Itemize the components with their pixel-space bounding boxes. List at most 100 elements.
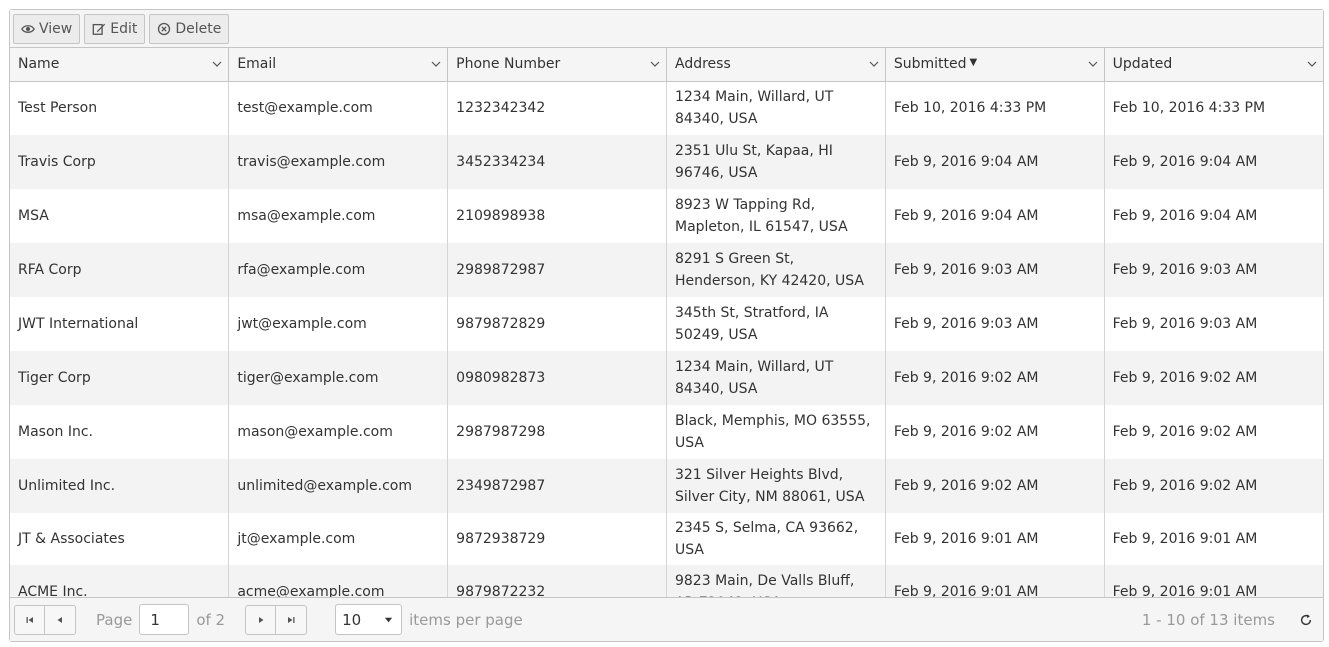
cell-submitted: Feb 9, 2016 9:01 AM xyxy=(885,513,1105,565)
table-row[interactable]: Travis Corp travis@example.com 3452334234 2… xyxy=(10,135,1323,189)
column-header-updated[interactable]: Updated xyxy=(1104,48,1323,82)
column-header-label: Email xyxy=(237,56,277,73)
next-page-icon xyxy=(258,616,264,623)
cell-submitted: Feb 10, 2016 4:33 PM xyxy=(885,81,1105,135)
column-header-label: Phone Number xyxy=(456,56,561,73)
table-row[interactable]: JT & Associates jt@example.com 9872938729 2… xyxy=(10,513,1323,565)
cell-email: mason@example.com xyxy=(228,405,449,459)
cell-updated: Feb 9, 2016 9:02 AM xyxy=(1112,478,1258,494)
column-header-name[interactable]: Name xyxy=(10,48,230,82)
chevron-down-icon[interactable] xyxy=(650,59,660,69)
cell-name: JT & Associates xyxy=(10,513,230,565)
cell-address: 2345 S, Selma, CA 93662, USA xyxy=(666,513,886,565)
edit-button-label: Edit xyxy=(110,20,138,37)
next-page-button[interactable] xyxy=(245,604,277,635)
caret-down-icon xyxy=(385,617,393,623)
cell-phone: 9872938729 xyxy=(447,513,667,565)
delete-button[interactable]: Delete xyxy=(149,13,230,44)
cell-address: Black, Memphis, MO 63555, USA xyxy=(666,405,886,459)
column-header-label: Address xyxy=(674,56,731,73)
cell-submitted: Feb 9, 2016 9:02 AM xyxy=(885,351,1105,405)
column-header-submitted[interactable]: Submitted ▼ xyxy=(885,48,1105,82)
page-label: Page xyxy=(96,610,133,629)
last-page-button[interactable] xyxy=(276,604,308,635)
previous-page-button[interactable] xyxy=(45,604,76,635)
sort-desc-icon: ▼ xyxy=(969,57,978,69)
cell-phone: 2349872987 xyxy=(447,459,667,513)
cell-email: travis@example.com xyxy=(228,135,449,189)
edit-button[interactable]: Edit xyxy=(84,13,146,44)
table-row[interactable]: Unlimited Inc. unlimited@example.com 23498… xyxy=(10,459,1323,513)
cell-submitted: Feb 9, 2016 9:02 AM xyxy=(885,459,1105,513)
cell-phone: 9879872829 xyxy=(447,297,667,351)
first-page-icon xyxy=(26,616,33,623)
table-row[interactable]: Test Person test@example.com 1232342342 123… xyxy=(10,81,1323,135)
cell-address: 1234 Main, Willard, UT 84340, USA xyxy=(666,351,886,405)
cell-address: 345th St, Stratford, IA 50249, USA xyxy=(666,297,886,351)
page-size-select[interactable]: 10 xyxy=(335,604,403,635)
cell-updated: Feb 9, 2016 9:01 AM xyxy=(1112,531,1258,547)
cell-updated: Feb 9, 2016 9:03 AM xyxy=(1112,316,1258,332)
cell-name: JWT International xyxy=(10,297,230,351)
refresh-icon[interactable] xyxy=(1299,613,1313,627)
cell-email: msa@example.com xyxy=(228,189,449,243)
cell-email: jwt@example.com xyxy=(228,297,449,351)
column-header-label: Name xyxy=(18,56,60,73)
cell-address: 1234 Main, Willard, UT 84340, USA xyxy=(666,81,886,135)
grid-table: Name Email Phone Number Address Submitte… xyxy=(10,48,1323,619)
chevron-down-icon[interactable] xyxy=(1088,59,1098,69)
cell-address: 321 Silver Heights Blvd, Silver City, NM… xyxy=(666,459,886,513)
page-size-value: 10 xyxy=(342,610,362,629)
cell-phone: 0980982873 xyxy=(447,351,667,405)
items-per-page-label: items per page xyxy=(409,610,523,629)
cell-name: Test Person xyxy=(10,81,230,135)
close-circle-icon xyxy=(158,22,171,35)
table-row[interactable]: Tiger Corp tiger@example.com 0980982873 123… xyxy=(10,351,1323,405)
table-row[interactable]: MSA msa@example.com 2109898938 8923 W Tappi… xyxy=(10,189,1323,243)
table-row[interactable]: Mason Inc. mason@example.com 2987987298 Bla… xyxy=(10,405,1323,459)
header-row: Name Email Phone Number Address Submitte… xyxy=(10,48,1323,82)
table-row[interactable]: RFA Corp rfa@example.com 2989872987 8291 S … xyxy=(10,243,1323,297)
cell-name: Unlimited Inc. xyxy=(10,459,230,513)
cell-updated: Feb 9, 2016 9:03 AM xyxy=(1112,262,1258,278)
cell-email: jt@example.com xyxy=(228,513,449,565)
view-button[interactable]: View xyxy=(13,13,81,44)
chevron-down-icon[interactable] xyxy=(212,59,222,69)
cell-name: Tiger Corp xyxy=(10,351,230,405)
cell-submitted: Feb 9, 2016 9:03 AM xyxy=(885,243,1105,297)
cell-email: rfa@example.com xyxy=(228,243,449,297)
chevron-down-icon[interactable] xyxy=(431,59,441,69)
grid-toolbar: View Edit Delete xyxy=(10,10,1323,48)
cell-name: MSA xyxy=(10,189,230,243)
cell-address: 2351 Ulu St, Kapaa, HI 96746, USA xyxy=(666,135,886,189)
cell-updated: Feb 9, 2016 9:04 AM xyxy=(1112,208,1258,224)
cell-phone: 2987987298 xyxy=(447,405,667,459)
cell-phone: 1232342342 xyxy=(447,81,667,135)
cell-address: 8923 W Tapping Rd, Mapleton, IL 61547, U… xyxy=(666,189,886,243)
chevron-down-icon[interactable] xyxy=(869,59,879,69)
column-header-address[interactable]: Address xyxy=(666,48,886,82)
edit-icon xyxy=(92,23,106,35)
cell-name: Travis Corp xyxy=(10,135,230,189)
cell-submitted: Feb 9, 2016 9:04 AM xyxy=(885,189,1105,243)
cell-submitted: Feb 9, 2016 9:04 AM xyxy=(885,135,1105,189)
pager-info: 1 - 10 of 13 items xyxy=(1141,610,1275,629)
first-page-button[interactable] xyxy=(14,604,45,635)
column-header-email[interactable]: Email xyxy=(228,48,449,82)
column-header-label: Updated xyxy=(1112,56,1173,73)
page-total-label: of 2 xyxy=(196,610,226,629)
table-row[interactable]: JWT International jwt@example.com 98798728… xyxy=(10,297,1323,351)
cell-phone: 2109898938 xyxy=(447,189,667,243)
column-header-phone[interactable]: Phone Number xyxy=(447,48,667,82)
cell-updated: Feb 10, 2016 4:33 PM xyxy=(1112,100,1266,117)
cell-email: unlimited@example.com xyxy=(228,459,449,513)
cell-email: tiger@example.com xyxy=(228,351,449,405)
column-header-label: Submitted xyxy=(893,56,967,73)
pager: Page 1 of 2 10 items per page 1 - 10 of … xyxy=(10,597,1323,641)
eye-icon xyxy=(21,24,35,33)
cell-phone: 2989872987 xyxy=(447,243,667,297)
view-button-label: View xyxy=(39,20,73,37)
page-number-input[interactable]: 1 xyxy=(139,604,190,635)
chevron-down-icon[interactable] xyxy=(1307,59,1317,69)
cell-address: 8291 S Green St, Henderson, KY 42420, US… xyxy=(666,243,886,297)
